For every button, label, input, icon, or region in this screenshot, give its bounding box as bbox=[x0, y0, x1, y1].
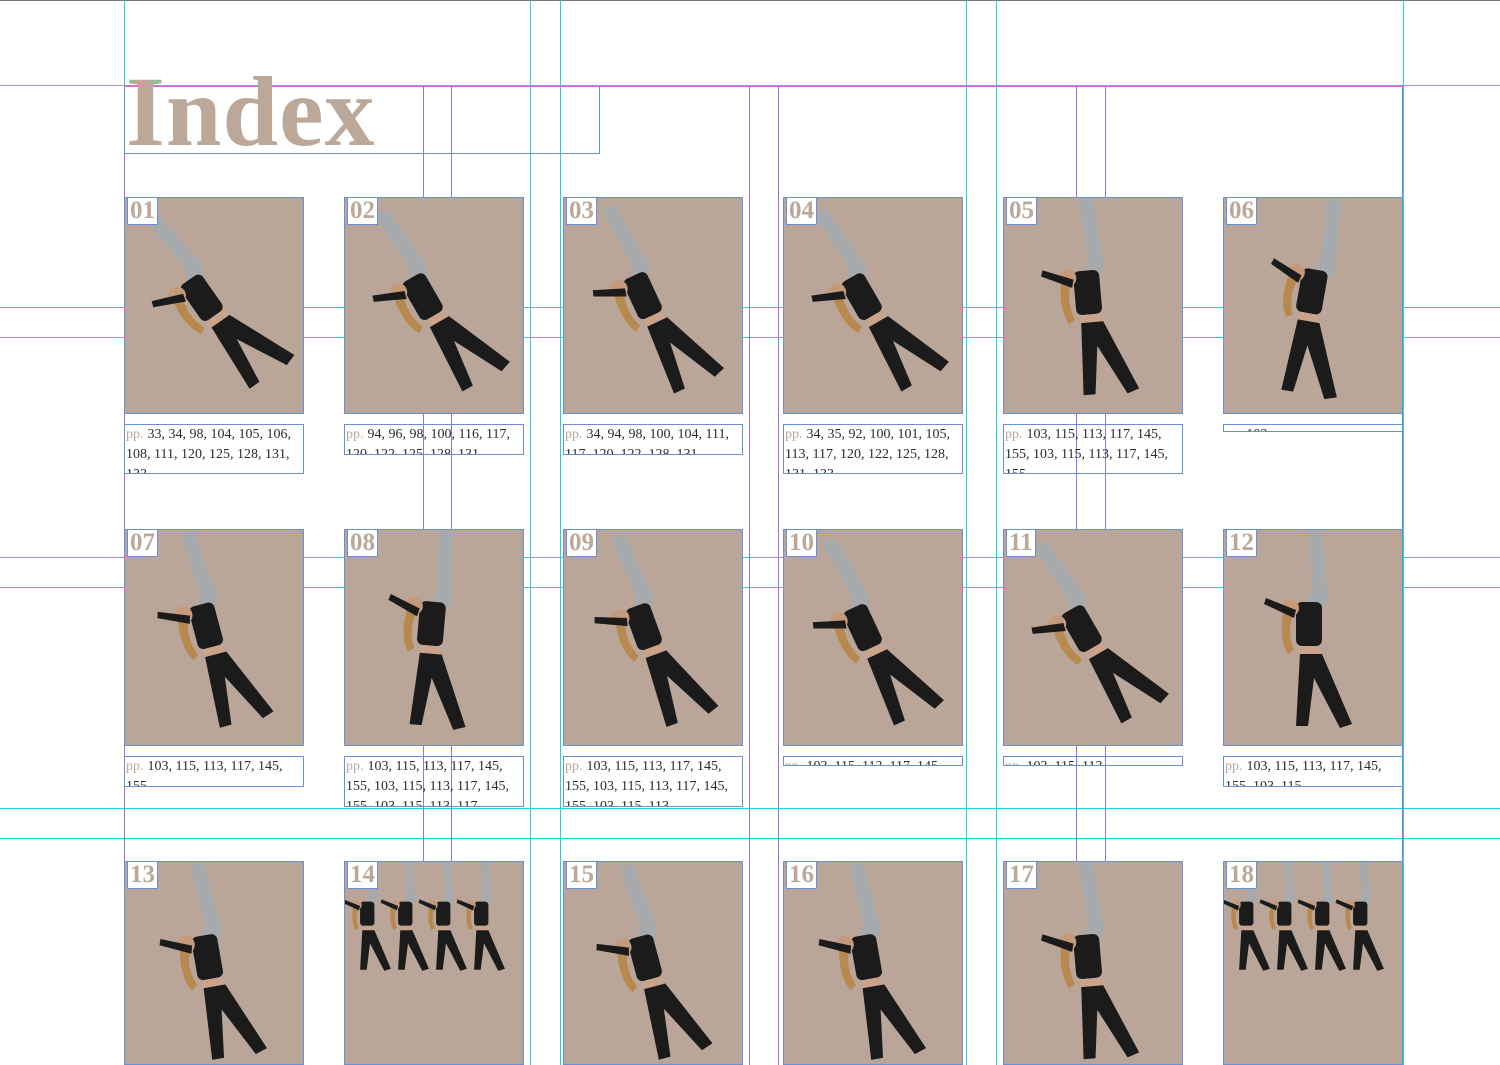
item-number: 06 bbox=[1226, 198, 1257, 225]
index-photo-frame[interactable]: ∞09 bbox=[563, 529, 743, 746]
page-reference-caption[interactable]: pp. 34, 35, 92, 100, 101, 105, 113, 117, … bbox=[783, 424, 963, 474]
index-photo-frame[interactable]: ∞03 bbox=[563, 197, 743, 414]
page-reference-caption[interactable]: pp. 94, 96, 98, 100, 116, 117, 120, 122, … bbox=[344, 424, 524, 455]
aerial-silk-photo bbox=[1264, 530, 1352, 728]
page-numbers: 103, 115, 113, 117, 145, 155, 103, 115, … bbox=[1005, 427, 1168, 473]
caption-prefix: pp. bbox=[1005, 759, 1023, 765]
aerial-silk-photo bbox=[818, 862, 927, 1060]
page-numbers: 33, 34, 98, 104, 105, 106, 108, 111, 120… bbox=[126, 427, 291, 473]
page-reference-caption[interactable]: pp. 103, 115, 113, 117, 145, 155, 103, 11… bbox=[563, 756, 743, 807]
item-number: 09 bbox=[566, 530, 597, 557]
caption-prefix: pp. bbox=[785, 427, 803, 442]
aerial-silk-photo bbox=[1041, 862, 1140, 1060]
aerial-silk-photo bbox=[388, 530, 466, 730]
caption-prefix: pp. bbox=[1225, 759, 1243, 774]
index-photo-frame[interactable]: ∞02 bbox=[344, 197, 524, 414]
index-photo-frame[interactable]: ∞08 bbox=[344, 529, 524, 746]
item-number: 03 bbox=[566, 198, 597, 225]
index-photo-frame[interactable]: ∞16 bbox=[783, 861, 963, 1065]
item-number: 08 bbox=[347, 530, 378, 557]
page-numbers: 103, 115, 113, 117, 145 bbox=[807, 759, 938, 765]
page-numbers: 103, 115, 113 bbox=[1027, 759, 1103, 765]
page-reference-caption[interactable]: pp. 103, 115, 113, 117, 145, 155, 103, 11… bbox=[1223, 756, 1403, 787]
item-number: 14 bbox=[347, 862, 378, 889]
page-title[interactable]: Index bbox=[126, 62, 376, 162]
page-numbers: 103, 115, 113, 117, 145, 155, 103, 115, … bbox=[346, 759, 509, 807]
item-number: 15 bbox=[566, 862, 597, 889]
caption-prefix: pp. bbox=[565, 427, 583, 442]
page-reference-caption[interactable]: pp. 103, 115, 113, 117, 145, 155, 103, 11… bbox=[1003, 424, 1183, 474]
index-photo-frame[interactable]: ∞13 bbox=[124, 861, 304, 1065]
window-top-border bbox=[0, 0, 1500, 1]
page-reference-caption[interactable]: pp. 103, 115, 113, 117, 145, 155, 103, 11… bbox=[344, 756, 524, 807]
column-guide bbox=[778, 86, 779, 1065]
page-reference-caption[interactable]: pp. 103 bbox=[1223, 424, 1403, 432]
item-number: 16 bbox=[786, 862, 817, 889]
index-photo-frame[interactable]: ∞11 bbox=[1003, 529, 1183, 746]
item-number: 17 bbox=[1006, 862, 1037, 889]
page-reference-caption[interactable]: pp. 103, 115, 113, 117, 145 bbox=[783, 756, 963, 766]
page-numbers: 34, 94, 98, 100, 104, 111, 117, 120, 122… bbox=[565, 427, 729, 455]
aerial-silk-photo bbox=[594, 533, 719, 727]
page-reference-caption[interactable]: pp. 103, 115, 113, 117, 145, 155 bbox=[124, 756, 304, 787]
item-number: 05 bbox=[1006, 198, 1037, 225]
aerial-silk-photo bbox=[811, 208, 949, 392]
caption-prefix: pp. bbox=[126, 759, 144, 774]
item-number: 04 bbox=[786, 198, 817, 225]
page-reference-caption[interactable]: pp. 103, 115, 113 bbox=[1003, 756, 1183, 766]
item-number: 02 bbox=[347, 198, 378, 225]
caption-prefix: pp. bbox=[785, 759, 803, 765]
aerial-silk-photo bbox=[372, 208, 510, 392]
index-photo-frame[interactable]: ∞18 bbox=[1223, 861, 1403, 1065]
index-photo-frame[interactable]: ∞17 bbox=[1003, 861, 1183, 1065]
caption-prefix: pp. bbox=[126, 427, 144, 442]
index-photo-frame[interactable]: ∞14 bbox=[344, 861, 524, 1065]
page-numbers: 103, 115, 113, 117, 145, 155, 103, 115 bbox=[1225, 759, 1382, 787]
page-reference-caption[interactable]: pp. 34, 94, 98, 100, 104, 111, 117, 120, … bbox=[563, 424, 743, 455]
page-numbers: 94, 96, 98, 100, 116, 117, 120, 122, 125… bbox=[346, 427, 510, 455]
item-number: 13 bbox=[127, 862, 158, 889]
aerial-silk-photo bbox=[345, 862, 505, 971]
page-numbers: 103, 115, 113, 117, 145, 155 bbox=[126, 759, 283, 787]
page-numbers: 103 bbox=[1247, 427, 1268, 431]
aerial-silk-photo bbox=[1224, 862, 1384, 971]
index-photo-frame[interactable]: ∞10 bbox=[783, 529, 963, 746]
aerial-silk-photo bbox=[812, 536, 944, 726]
aerial-silk-photo bbox=[1031, 540, 1169, 724]
page-margin-frame bbox=[124, 86, 1403, 1065]
aerial-silk-photo bbox=[159, 862, 268, 1060]
index-photo-frame[interactable]: ∞06 bbox=[1223, 197, 1403, 414]
item-number: 11 bbox=[1006, 530, 1036, 557]
index-photo-frame[interactable]: ∞05 bbox=[1003, 197, 1183, 414]
aerial-silk-photo bbox=[157, 531, 274, 728]
index-photo-frame[interactable]: ∞15 bbox=[563, 861, 743, 1065]
page-reference-caption[interactable]: pp. 33, 34, 98, 104, 105, 106, 108, 111, … bbox=[124, 424, 304, 474]
page-numbers: 103, 115, 113, 117, 145, 155, 103, 115, … bbox=[565, 759, 728, 807]
index-photo-frame[interactable]: ∞07 bbox=[124, 529, 304, 746]
caption-prefix: pp. bbox=[1005, 427, 1023, 442]
item-number: 01 bbox=[127, 198, 158, 225]
index-photo-frame[interactable]: ∞12 bbox=[1223, 529, 1403, 746]
caption-prefix: pp. bbox=[1225, 427, 1243, 431]
aerial-silk-photo bbox=[592, 204, 724, 394]
page-numbers: 34, 35, 92, 100, 101, 105, 113, 117, 120… bbox=[785, 427, 950, 473]
guide-vertical bbox=[1403, 0, 1404, 1065]
item-number: 10 bbox=[786, 530, 817, 557]
caption-prefix: pp. bbox=[346, 427, 364, 442]
aerial-silk-photo bbox=[596, 863, 713, 1060]
aerial-silk-photo bbox=[1041, 198, 1140, 396]
aerial-silk-photo bbox=[146, 213, 295, 389]
item-number: 12 bbox=[1226, 530, 1257, 557]
caption-prefix: pp. bbox=[346, 759, 364, 774]
item-number: 18 bbox=[1226, 862, 1257, 889]
column-guide bbox=[749, 86, 750, 1065]
aerial-silk-photo bbox=[1271, 198, 1341, 400]
index-photo-frame[interactable]: ∞04 bbox=[783, 197, 963, 414]
item-number: 07 bbox=[127, 530, 158, 557]
caption-prefix: pp. bbox=[565, 759, 583, 774]
index-photo-frame[interactable]: ∞01 bbox=[124, 197, 304, 414]
